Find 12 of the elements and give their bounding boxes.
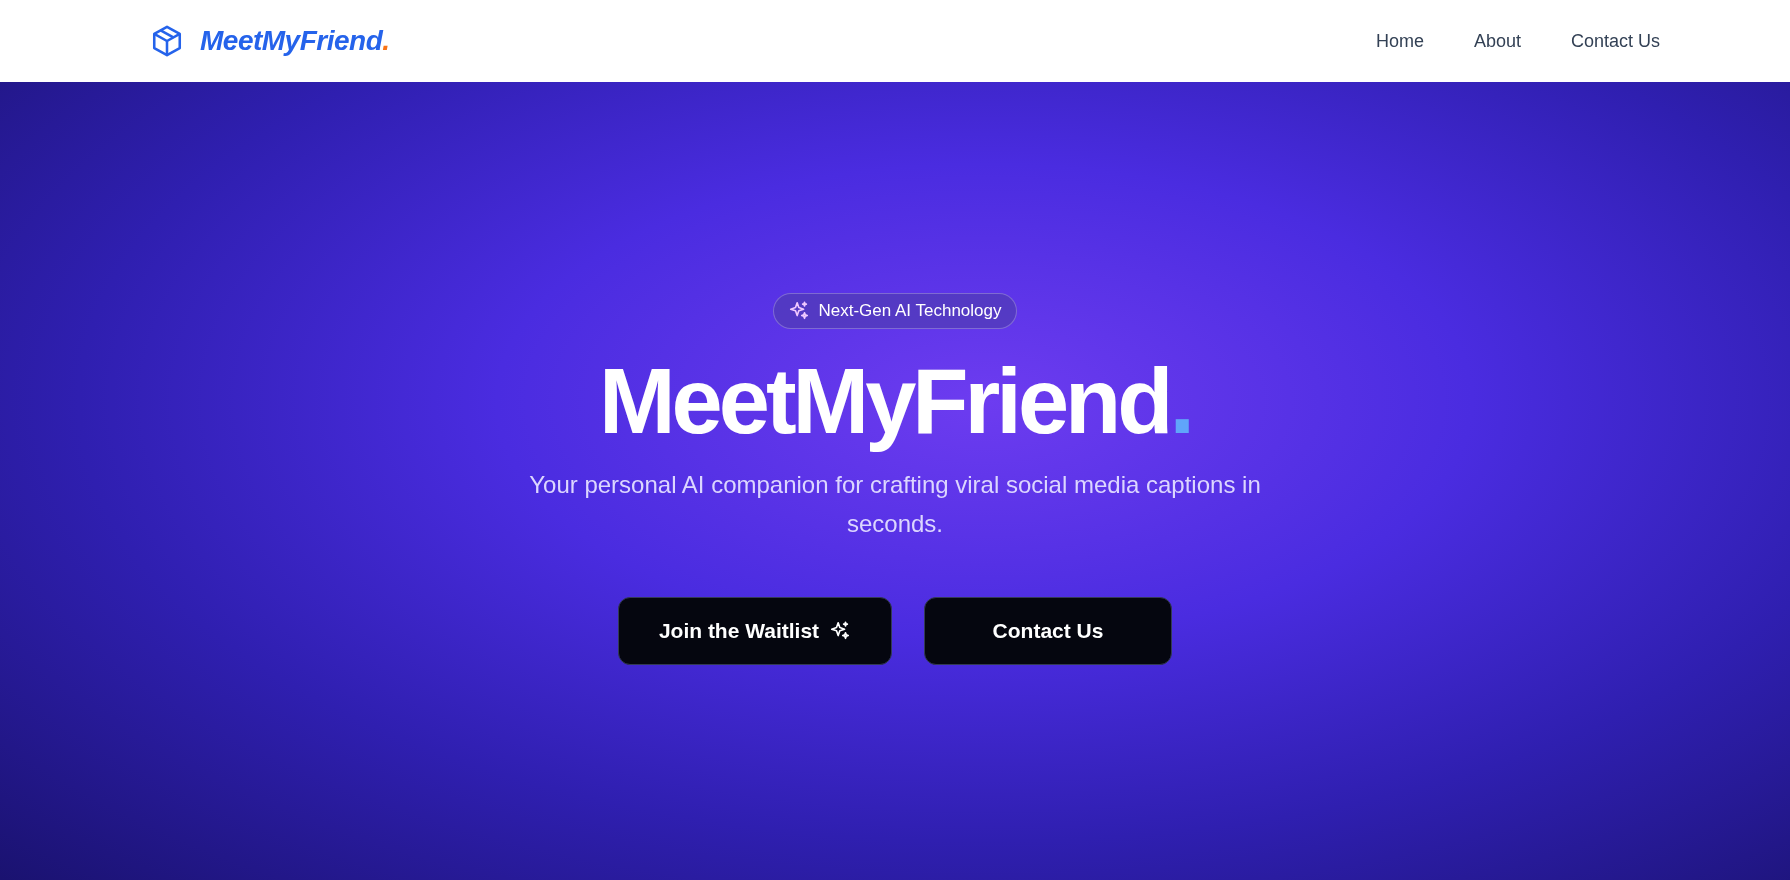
nav-link[interactable]: Home <box>1375 30 1424 52</box>
sparkle-icon <box>788 300 811 322</box>
brand-logo-text[interactable]: MeetMyFriend. <box>200 25 390 57</box>
feature-badge: Next-Gen AI Technology <box>773 293 1017 329</box>
nav-link[interactable]: About <box>1473 30 1521 52</box>
hero-title: MeetMyFriend. <box>598 351 1192 453</box>
sparkle-icon <box>829 619 852 642</box>
nav-link[interactable]: Contact Us <box>1570 30 1660 52</box>
hero-subtitle: Your personal AI companion for crafting viral social media captions in seconds. <box>528 470 1262 539</box>
waitlist-button[interactable]: Join the Waitlist <box>618 596 892 665</box>
contact-button[interactable]: Contact Us <box>924 596 1172 665</box>
cube-icon <box>150 24 184 58</box>
